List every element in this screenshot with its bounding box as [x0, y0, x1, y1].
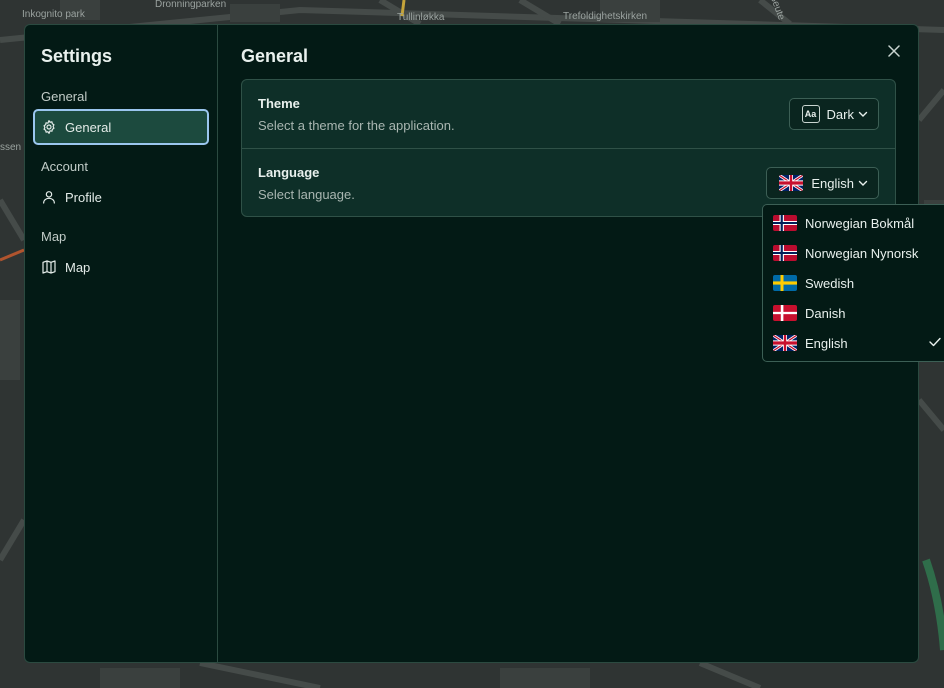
map-label: ssen: [0, 142, 22, 153]
check-icon: [929, 337, 941, 347]
sidebar-item-map[interactable]: Map: [33, 249, 209, 285]
sidebar-item-label: Profile: [65, 189, 102, 205]
uk-flag-icon: [773, 335, 797, 351]
option-label: Norwegian Bokmål: [805, 215, 915, 231]
option-label: English: [805, 335, 848, 351]
theme-select[interactable]: Aa Dark: [788, 98, 879, 130]
theme-setting-row: Theme Select a theme for the application…: [242, 80, 895, 148]
map-icon: [42, 260, 56, 274]
close-button[interactable]: [884, 41, 904, 61]
sidebar-item-label: Map: [65, 259, 91, 275]
option-label: Danish: [805, 305, 846, 321]
language-option-english[interactable]: English: [763, 328, 944, 358]
chevron-down-icon: [858, 111, 868, 117]
language-select-value: English: [811, 175, 854, 191]
option-label: Swedish: [805, 275, 855, 291]
language-option-norwegian-bokmal[interactable]: Norwegian Bokmål: [763, 208, 944, 238]
language-option-norwegian-nynorsk[interactable]: Norwegian Nynorsk: [763, 238, 944, 268]
group-label-account: Account: [41, 159, 88, 174]
sidebar-item-general[interactable]: General: [33, 109, 209, 145]
sidebar-item-label: General: [65, 119, 112, 135]
map-label: Tullinløkka: [397, 12, 445, 23]
settings-sidebar: Settings General General Account Profile…: [25, 25, 218, 662]
sidebar-title: Settings: [41, 46, 113, 66]
sweden-flag-icon: [773, 275, 797, 291]
user-icon: [43, 191, 55, 204]
option-label: Norwegian Nynorsk: [805, 245, 919, 261]
map-label: Trefoldighetskirken: [563, 11, 648, 22]
language-option-danish[interactable]: Danish: [763, 298, 944, 328]
close-icon: [888, 45, 900, 57]
map-label: Dronningparken: [155, 0, 227, 10]
theme-title: Theme: [258, 96, 300, 111]
norway-flag-icon: [773, 215, 797, 231]
chevron-down-icon: [858, 180, 868, 186]
uk-flag-icon: [779, 175, 803, 191]
gear-icon: [43, 120, 55, 134]
language-option-swedish[interactable]: Swedish: [763, 268, 944, 298]
denmark-flag-icon: [773, 305, 797, 321]
page-title: General: [241, 46, 309, 66]
group-label-general: General: [41, 89, 88, 104]
norway-flag-icon: [773, 245, 797, 261]
language-title: Language: [258, 165, 320, 180]
sidebar-item-profile[interactable]: Profile: [33, 179, 209, 215]
theme-description: Select a theme for the application.: [258, 118, 455, 133]
language-description: Select language.: [258, 187, 355, 202]
group-label-map: Map: [41, 229, 67, 244]
theme-icon: Aa: [801, 105, 820, 123]
theme-select-value: Dark: [826, 106, 854, 122]
language-select[interactable]: English: [766, 167, 879, 199]
general-settings-card: Theme Select a theme for the application…: [241, 79, 896, 217]
language-dropdown: Norwegian Bokmål Norwegian Nynorsk Swedi…: [762, 204, 944, 362]
map-label: Inkognito park: [22, 9, 85, 20]
